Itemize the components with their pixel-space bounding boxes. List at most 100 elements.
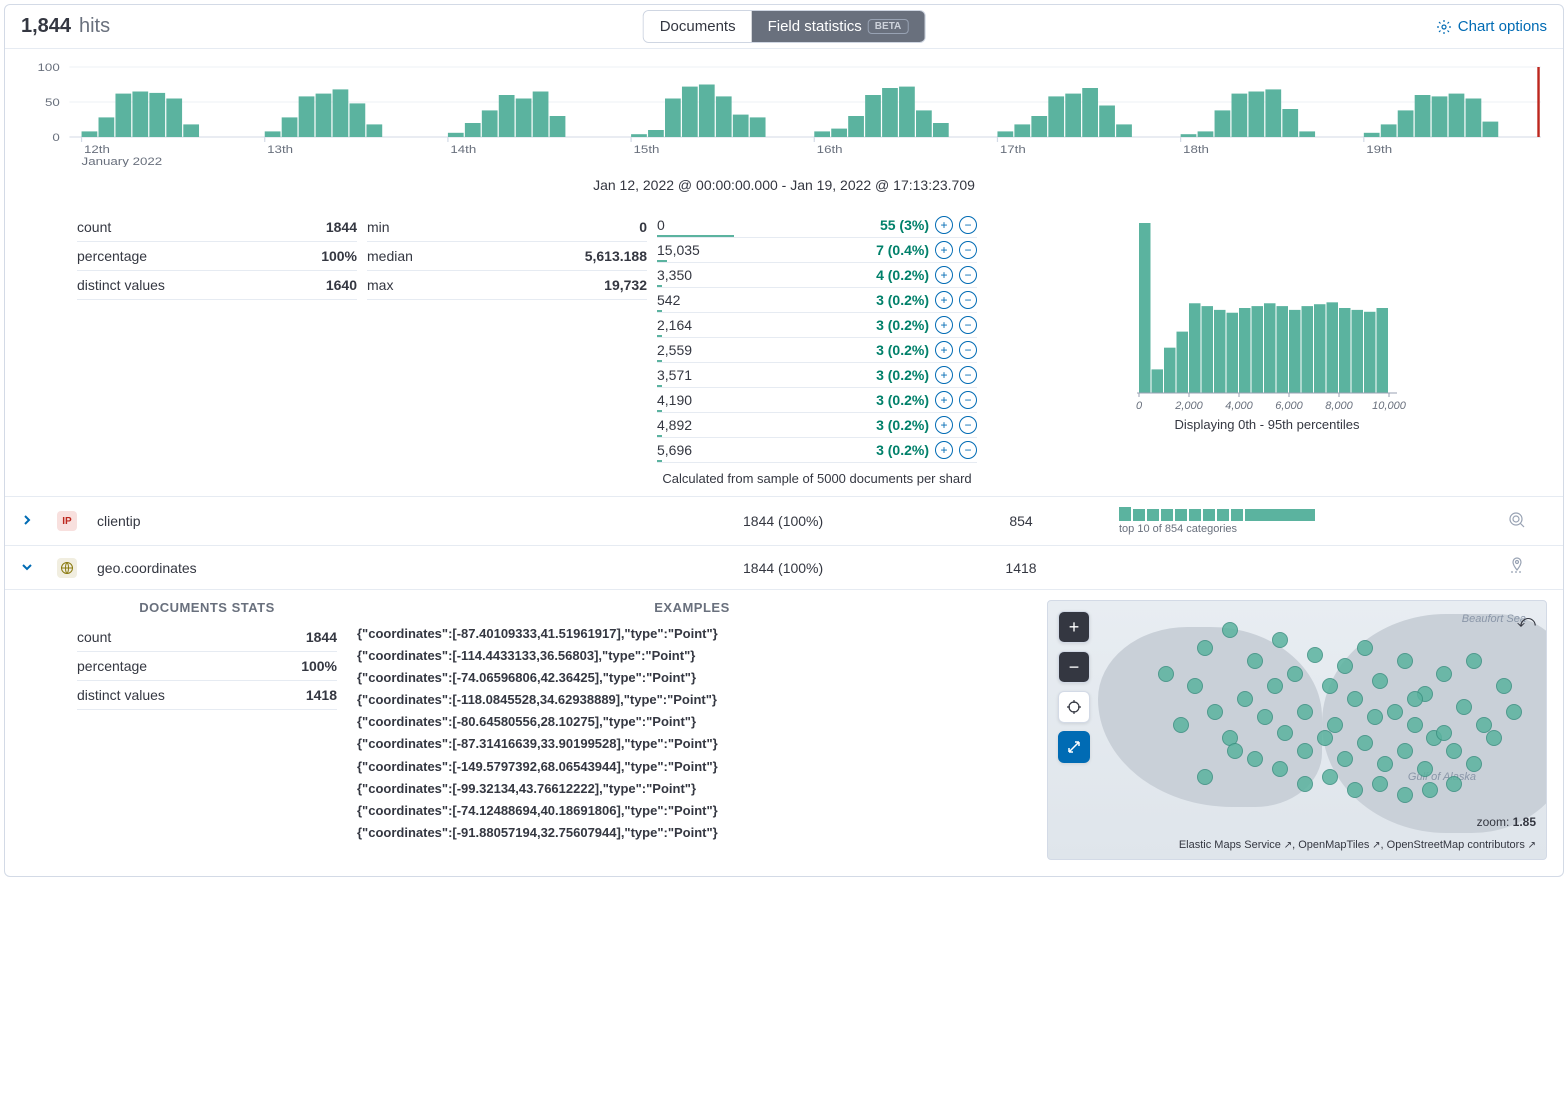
attr-openmaptiles[interactable]: OpenMapTiles — [1298, 839, 1380, 851]
top-value-row: 2,164 3 (0.2%) + − — [657, 313, 977, 338]
filter-in-icon[interactable]: + — [935, 366, 953, 384]
svg-text:17th: 17th — [1000, 143, 1026, 156]
top-value-row: 2,559 3 (0.2%) + − — [657, 338, 977, 363]
filter-out-icon[interactable]: − — [959, 241, 977, 259]
example-item: {"coordinates":[-87.40109333,41.51961917… — [357, 623, 1027, 645]
top-value-row: 4,892 3 (0.2%) + − — [657, 413, 977, 438]
map-action-icon[interactable] — [1507, 556, 1547, 579]
map-controls: + − — [1058, 611, 1090, 763]
filter-out-icon[interactable]: − — [959, 391, 977, 409]
geo-expanded-panel: DOCUMENTS STATS count1844percentage100%d… — [5, 590, 1563, 876]
stat-row: median5,613.188 — [367, 242, 647, 271]
map-fullscreen[interactable] — [1058, 731, 1090, 763]
stat-row: percentage100% — [77, 652, 337, 681]
filter-in-icon[interactable]: + — [935, 341, 953, 359]
beta-badge: BETA — [868, 19, 908, 34]
tab-field-stats-label: Field statistics — [768, 18, 862, 35]
top-value-row: 4,190 3 (0.2%) + − — [657, 388, 977, 413]
svg-text:2,000: 2,000 — [1174, 400, 1203, 412]
top-values: 0 55 (3%) + − 15,035 7 (0.4%) + − 3,350 … — [657, 213, 977, 486]
map-zoom-display: zoom: 1.85 — [1477, 815, 1536, 829]
filter-out-icon[interactable]: − — [959, 266, 977, 284]
filter-in-icon[interactable]: + — [935, 241, 953, 259]
tab-documents[interactable]: Documents — [644, 11, 752, 42]
hits-display: 1,844 hits — [21, 15, 110, 38]
svg-text:0: 0 — [1136, 400, 1143, 412]
stat-row: min0 — [367, 213, 647, 242]
map-zoom-in[interactable]: + — [1058, 611, 1090, 643]
timeline-chart: 0 50 100 12th13th14th15th16th17th18th19t… — [5, 49, 1563, 171]
example-item: {"coordinates":[-80.64580556,28.10275],"… — [357, 711, 1027, 733]
attr-osm[interactable]: OpenStreetMap contributors — [1387, 839, 1536, 851]
filter-in-icon[interactable]: + — [935, 216, 953, 234]
map-locate[interactable] — [1058, 691, 1090, 723]
svg-text:6,000: 6,000 — [1275, 400, 1303, 412]
svg-text:0: 0 — [52, 131, 60, 144]
example-item: {"coordinates":[-74.06596806,42.36425],"… — [357, 667, 1027, 689]
stat-row: count1844 — [77, 623, 337, 652]
filter-in-icon[interactable]: + — [935, 391, 953, 409]
field-count-geo: 1844 (100%) — [743, 560, 923, 576]
svg-text:15th: 15th — [634, 143, 660, 156]
sparkline-clientip: top 10 of 854 categories — [1119, 507, 1499, 535]
field-row-geo: geo.coordinates 1844 (100%) 1418 — [5, 546, 1563, 590]
filter-out-icon[interactable]: − — [959, 316, 977, 334]
svg-text:18th: 18th — [1183, 143, 1209, 156]
example-item: {"coordinates":[-87.31416639,33.90199528… — [357, 733, 1027, 755]
attr-elastic[interactable]: Elastic Maps Service — [1179, 839, 1292, 851]
filter-in-icon[interactable]: + — [935, 316, 953, 334]
filter-out-icon[interactable]: − — [959, 341, 977, 359]
svg-text:4,000: 4,000 — [1225, 400, 1253, 412]
field-name-geo: geo.coordinates — [97, 560, 735, 576]
stat-row: percentage100% — [77, 242, 357, 271]
gear-icon — [1436, 19, 1452, 35]
lens-action-icon[interactable] — [1507, 510, 1547, 533]
stats-panel: count1844percentage100%distinct values16… — [5, 203, 1563, 497]
example-item: {"coordinates":[-149.5797392,68.06543944… — [357, 756, 1027, 778]
expand-icon — [1066, 739, 1082, 755]
filter-in-icon[interactable]: + — [935, 266, 953, 284]
top-value-row: 3,571 3 (0.2%) + − — [657, 363, 977, 388]
filter-in-icon[interactable]: + — [935, 416, 953, 434]
filter-out-icon[interactable]: − — [959, 416, 977, 434]
hits-count: 1,844 — [21, 15, 71, 37]
map-back-button[interactable]: ⤺ — [1517, 611, 1536, 632]
chevron-down-icon — [21, 561, 33, 573]
stats-left: count1844percentage100%distinct values16… — [77, 213, 357, 486]
sample-note: Calculated from sample of 5000 documents… — [657, 471, 977, 486]
filter-out-icon[interactable]: − — [959, 366, 977, 384]
svg-text:19th: 19th — [1366, 143, 1392, 156]
svg-text:14th: 14th — [450, 143, 476, 156]
stats-right: min0median5,613.188max19,732 — [367, 213, 647, 486]
map-zoom-out[interactable]: − — [1058, 651, 1090, 683]
map-widget[interactable]: Beaufort Sea Gulf of Alaska + − ⤺ zoom: — [1047, 600, 1547, 860]
top-value-row: 15,035 7 (0.4%) + − — [657, 238, 977, 263]
tab-field-statistics[interactable]: Field statistics BETA — [752, 11, 925, 42]
svg-text:8,000: 8,000 — [1325, 400, 1353, 412]
distribution-note: Displaying 0th - 95th percentiles — [997, 417, 1537, 432]
chart-options-button[interactable]: Chart options — [1436, 18, 1547, 35]
filter-out-icon[interactable]: − — [959, 441, 977, 459]
stat-row: distinct values1640 — [77, 271, 357, 300]
header-bar: 1,844 hits Documents Field statistics BE… — [5, 5, 1563, 49]
expand-toggle-clientip[interactable] — [21, 513, 49, 529]
filter-out-icon[interactable]: − — [959, 216, 977, 234]
example-item: {"coordinates":[-118.0845528,34.62938889… — [357, 689, 1027, 711]
stat-row: max19,732 — [367, 271, 647, 300]
filter-in-icon[interactable]: + — [935, 291, 953, 309]
top-value-row: 0 55 (3%) + − — [657, 213, 977, 238]
view-tabs: Documents Field statistics BETA — [643, 10, 926, 43]
expand-toggle-geo[interactable] — [21, 560, 49, 576]
doc-stats-title: DOCUMENTS STATS — [77, 600, 337, 615]
filter-out-icon[interactable]: − — [959, 291, 977, 309]
map-attribution: Elastic Maps Service, OpenMapTiles, Open… — [1179, 839, 1536, 851]
top-value-row: 3,350 4 (0.2%) + − — [657, 263, 977, 288]
sparkline-label: top 10 of 854 categories — [1119, 523, 1499, 535]
filter-in-icon[interactable]: + — [935, 441, 953, 459]
ip-type-icon: IP — [57, 511, 77, 531]
field-name-clientip: clientip — [97, 513, 735, 529]
svg-text:12th: 12th — [84, 143, 110, 156]
svg-text:10,000: 10,000 — [1372, 400, 1407, 412]
hits-label: hits — [79, 15, 110, 37]
crosshair-icon — [1066, 699, 1082, 715]
